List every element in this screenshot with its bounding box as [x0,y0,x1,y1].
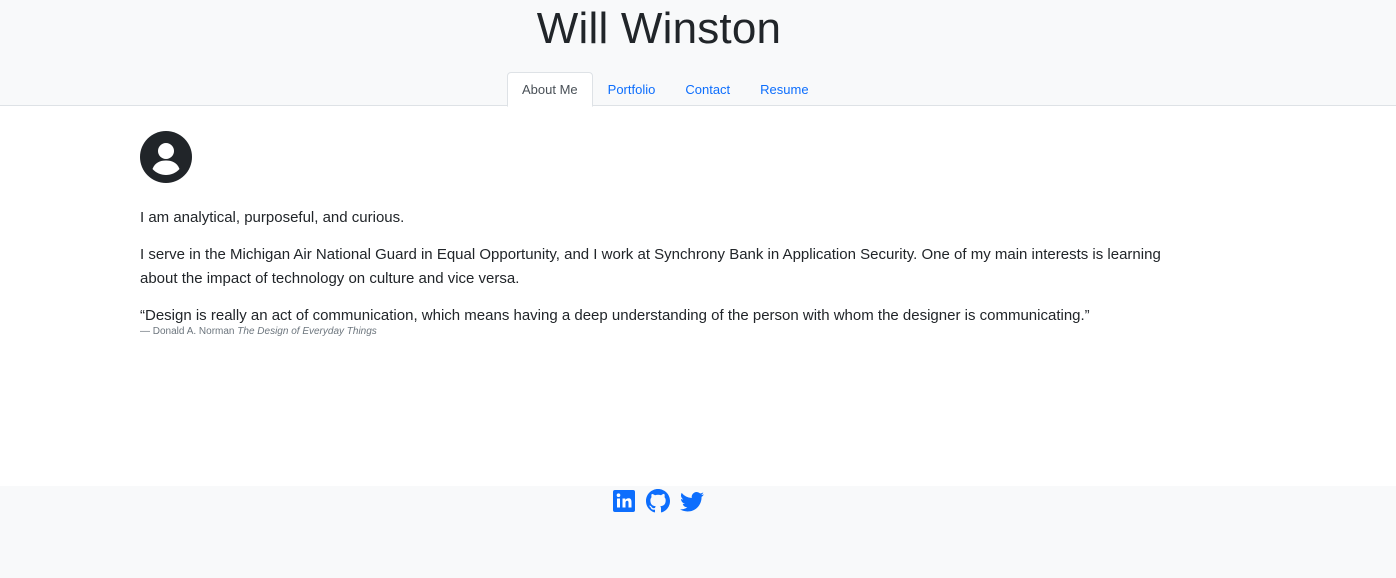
site-title: Will Winston [536,4,782,53]
social-links [612,489,704,513]
citation-author: — Donald A. Norman [140,326,235,337]
about-section: I am analytical, purposeful, and curious… [140,131,1180,337]
person-circle-icon [140,131,1180,183]
tab-resume[interactable]: Resume [745,72,823,106]
quote-text: “Design is really an act of communicatio… [140,307,1090,324]
site-footer [0,486,1396,578]
nav-tabs: About Me Portfolio Contact Resume [507,72,824,107]
tab-portfolio[interactable]: Portfolio [593,72,671,106]
twitter-icon[interactable] [680,489,704,513]
quote: “Design is really an act of communicatio… [140,304,1180,328]
intro-text: I am analytical, purposeful, and curious… [140,209,405,226]
tab-contact[interactable]: Contact [670,72,745,106]
linkedin-icon[interactable] [612,489,636,513]
bio-text: I serve in the Michigan Air National Gua… [140,246,1161,287]
github-icon[interactable] [646,489,670,513]
tab-about-me[interactable]: About Me [507,72,593,107]
citation-title: The Design of Everyday Things [237,326,377,337]
site-header: Will Winston About Me Portfolio Contact … [0,0,1396,107]
